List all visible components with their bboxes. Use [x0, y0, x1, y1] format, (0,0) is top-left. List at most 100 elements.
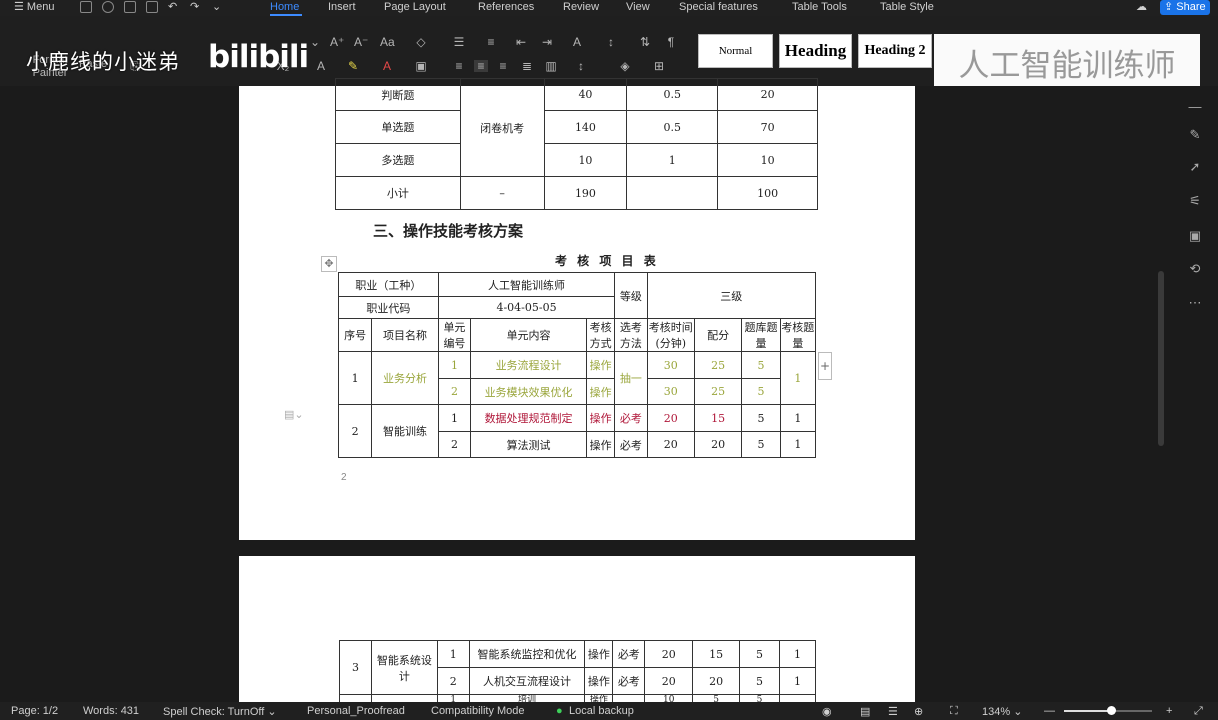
table-cell[interactable]: 1 — [626, 143, 719, 177]
table-cell[interactable]: 1 — [779, 351, 817, 405]
table-cell[interactable]: 必考 — [612, 640, 646, 668]
distribute-icon[interactable]: ▥ — [544, 60, 558, 72]
table-cell[interactable]: 业务模块效果优化 — [470, 378, 588, 405]
justify-icon[interactable]: ≣ — [520, 60, 534, 72]
zoom-in-button[interactable]: + — [1166, 705, 1172, 717]
table-move-handle-icon[interactable]: ✥ — [321, 256, 337, 272]
table-title[interactable]: 考 核 项 目 表 — [555, 252, 659, 269]
cloud-icon[interactable]: ☁ — [1136, 0, 1147, 14]
shading-icon[interactable]: ◈ — [618, 60, 632, 72]
table-cell[interactable]: 20 — [693, 431, 743, 458]
table-cell[interactable]: 40 — [543, 78, 628, 111]
tab-references[interactable]: References — [478, 0, 534, 14]
table-cell[interactable]: 20 — [646, 431, 695, 458]
style-heading-2[interactable]: Heading 2 — [858, 34, 932, 68]
collapse-icon[interactable]: — — [1187, 100, 1203, 114]
header-cell[interactable]: 单元编号 — [437, 318, 472, 352]
table-cell[interactable]: – — [459, 176, 545, 210]
table-cell[interactable]: 1 — [437, 404, 472, 432]
table-cell[interactable]: 1 — [779, 431, 817, 458]
increase-indent-icon[interactable]: ⇥ — [540, 36, 554, 48]
tab-view[interactable]: View — [626, 0, 650, 14]
table-cell[interactable] — [626, 176, 719, 210]
borders-icon[interactable]: ⊞ — [652, 60, 666, 72]
table-cell[interactable]: 10 — [543, 143, 628, 177]
table-cell[interactable]: 2 — [436, 667, 470, 695]
chinese-layout-icon[interactable]: A — [570, 36, 584, 48]
table-cell[interactable]: 智能系统监控和优化 — [468, 640, 586, 668]
table-cell[interactable]: 5 — [739, 640, 780, 668]
eye-protection-icon[interactable]: ◉ — [822, 705, 832, 718]
header-cell[interactable]: 考核题量 — [779, 318, 817, 352]
redo-icon[interactable]: ↷ — [190, 0, 199, 14]
outline-view-icon[interactable]: ☰ — [888, 705, 898, 718]
table-cell[interactable]: 必考 — [614, 404, 648, 432]
web-view-icon[interactable]: ⊕ — [914, 705, 923, 718]
compatibility-mode[interactable]: Compatibility Mode — [431, 705, 525, 717]
adjust-icon[interactable]: ⚟ — [1187, 194, 1203, 208]
highlight-icon[interactable]: ✎ — [346, 60, 360, 72]
row-options-icon[interactable]: ▤⌄ — [284, 408, 304, 421]
edit-box-icon[interactable]: ▣ — [1187, 229, 1203, 243]
bullet-list-icon[interactable]: ☰ — [452, 36, 466, 48]
table-cell[interactable]: 0.5 — [626, 110, 719, 144]
table-cell[interactable]: 操作 — [584, 667, 614, 695]
table-cell[interactable]: 1 — [437, 351, 472, 379]
pen-icon[interactable]: ✎ — [1187, 128, 1203, 142]
table-cell[interactable]: 10 — [717, 143, 818, 177]
sort-icon[interactable]: ⇅ — [638, 36, 652, 48]
section-heading[interactable]: 三、操作技能考核方案 — [373, 220, 523, 241]
header-cell[interactable]: 选考方法 — [614, 318, 648, 352]
table-cell[interactable]: 操作 — [586, 404, 616, 432]
decrease-indent-icon[interactable]: ⇤ — [514, 36, 528, 48]
fit-page-icon[interactable]: ⛶ — [950, 705, 958, 718]
table-cell[interactable]: 20 — [717, 78, 818, 111]
page-indicator[interactable]: Page: 1/2 — [11, 705, 58, 717]
show-marks-icon[interactable]: ¶ — [664, 36, 678, 48]
header-cell[interactable]: 配分 — [693, 318, 743, 352]
table-cell[interactable]: 业务分析 — [371, 351, 439, 405]
clear-format-icon[interactable]: ◇ — [414, 36, 428, 48]
table-cell[interactable]: 2 — [437, 378, 472, 405]
table-cell[interactable]: 抽一 — [614, 351, 648, 405]
table-cell[interactable]: 1 — [337, 351, 373, 405]
tab-table-tools[interactable]: Table Tools — [792, 0, 847, 14]
table-cell[interactable]: 小计 — [335, 176, 461, 210]
table-cell[interactable]: 3 — [339, 640, 372, 695]
shrink-font-icon[interactable]: A⁻ — [354, 36, 368, 48]
print-icon[interactable] — [124, 1, 136, 13]
paragraph-spacing-icon[interactable]: ↕ — [574, 60, 588, 72]
page-view-icon[interactable]: ▤ — [860, 705, 870, 718]
table-cell[interactable]: 判断题 — [335, 78, 461, 111]
level-value-cell[interactable]: 三级 — [646, 272, 817, 319]
fullscreen-icon[interactable]: ⤢ — [1194, 705, 1203, 718]
document-canvas[interactable]: 判断题 闭卷机考 40 0.5 20 单选题 140 0.5 70 多选题 10… — [0, 78, 1218, 707]
align-center-icon[interactable]: ≡ — [474, 60, 488, 72]
table-cell[interactable]: 操作 — [584, 640, 614, 668]
proofread-mode[interactable]: Personal_Proofread — [307, 705, 405, 717]
zoom-out-button[interactable]: — — [1044, 705, 1055, 717]
table-cell[interactable]: 算法测试 — [470, 431, 588, 458]
share-button[interactable]: ⇪ Share — [1160, 0, 1210, 15]
table-cell[interactable]: 20 — [692, 667, 741, 695]
chevron-down-icon[interactable]: ⌄ — [212, 0, 221, 14]
table-cell[interactable]: 必考 — [614, 431, 648, 458]
tab-review[interactable]: Review — [563, 0, 599, 14]
table-cell[interactable]: 2 — [337, 404, 373, 458]
font-color-icon[interactable]: A — [380, 60, 394, 72]
menu-button[interactable]: ☰ Menu — [14, 0, 54, 14]
table-cell[interactable]: 20 — [644, 640, 694, 668]
table-cell[interactable]: 智能系统设计 — [370, 640, 438, 695]
table-cell[interactable]: 2 — [437, 431, 472, 458]
table-cell[interactable]: 闭卷机考 — [459, 78, 545, 177]
code-value-cell[interactable]: 4-04-05-05 — [437, 296, 616, 319]
change-case-icon[interactable]: Aa — [380, 36, 395, 48]
table-cell[interactable]: 操作 — [586, 351, 616, 379]
table-cell[interactable]: 单选题 — [335, 110, 461, 144]
style-normal[interactable]: Normal — [698, 34, 773, 68]
print-preview-icon[interactable] — [146, 1, 158, 13]
table-cell[interactable]: 操作 — [586, 378, 616, 405]
table-cell[interactable]: 70 — [717, 110, 818, 144]
header-cell[interactable]: 题库题量 — [741, 318, 781, 352]
vertical-scrollbar[interactable] — [1158, 271, 1164, 446]
